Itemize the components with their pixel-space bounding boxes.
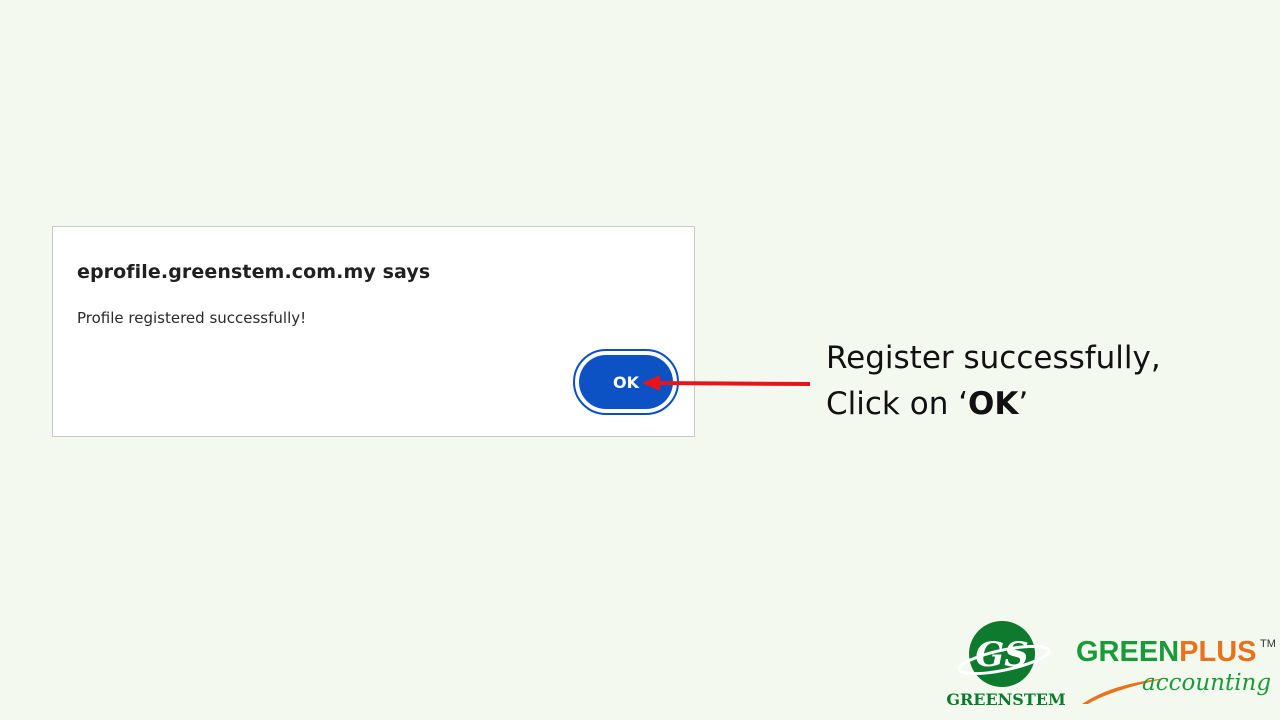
pointer-arrow-icon	[642, 375, 811, 391]
instruction-ok-bold: OK	[968, 386, 1019, 422]
greenplus-logo: GREENPLUS TM accounting	[1076, 636, 1276, 708]
instruction-prefix: Click on ‘	[826, 386, 969, 422]
greenstem-name: GREENSTEM	[946, 690, 1066, 709]
dialog-title: eprofile.greenstem.com.my says	[77, 261, 431, 283]
instruction-line-2: Click on ‘OK’	[826, 381, 1161, 427]
greenstem-monogram: GS	[975, 635, 1029, 675]
greenstem-emblem-icon: GS	[957, 621, 1051, 687]
instruction-suffix: ’	[1018, 386, 1029, 422]
instruction-line-1: Register successfully,	[826, 340, 1161, 376]
greenplus-wordmark: GREENPLUS	[1076, 636, 1276, 669]
greenplus-orange-part: PLUS	[1179, 636, 1257, 668]
dialog-message: Profile registered successfully!	[77, 309, 307, 327]
instruction-text: Register successfully, Click on ‘OK’	[826, 335, 1161, 427]
alert-dialog: eprofile.greenstem.com.my says Profile r…	[52, 226, 695, 437]
trademark-mark: TM	[1260, 638, 1276, 650]
greenstem-logo: GS GREENSTEM	[946, 620, 1066, 716]
greenplus-subtitle: accounting	[1142, 670, 1272, 696]
greenplus-green-part: GREEN	[1076, 636, 1180, 668]
